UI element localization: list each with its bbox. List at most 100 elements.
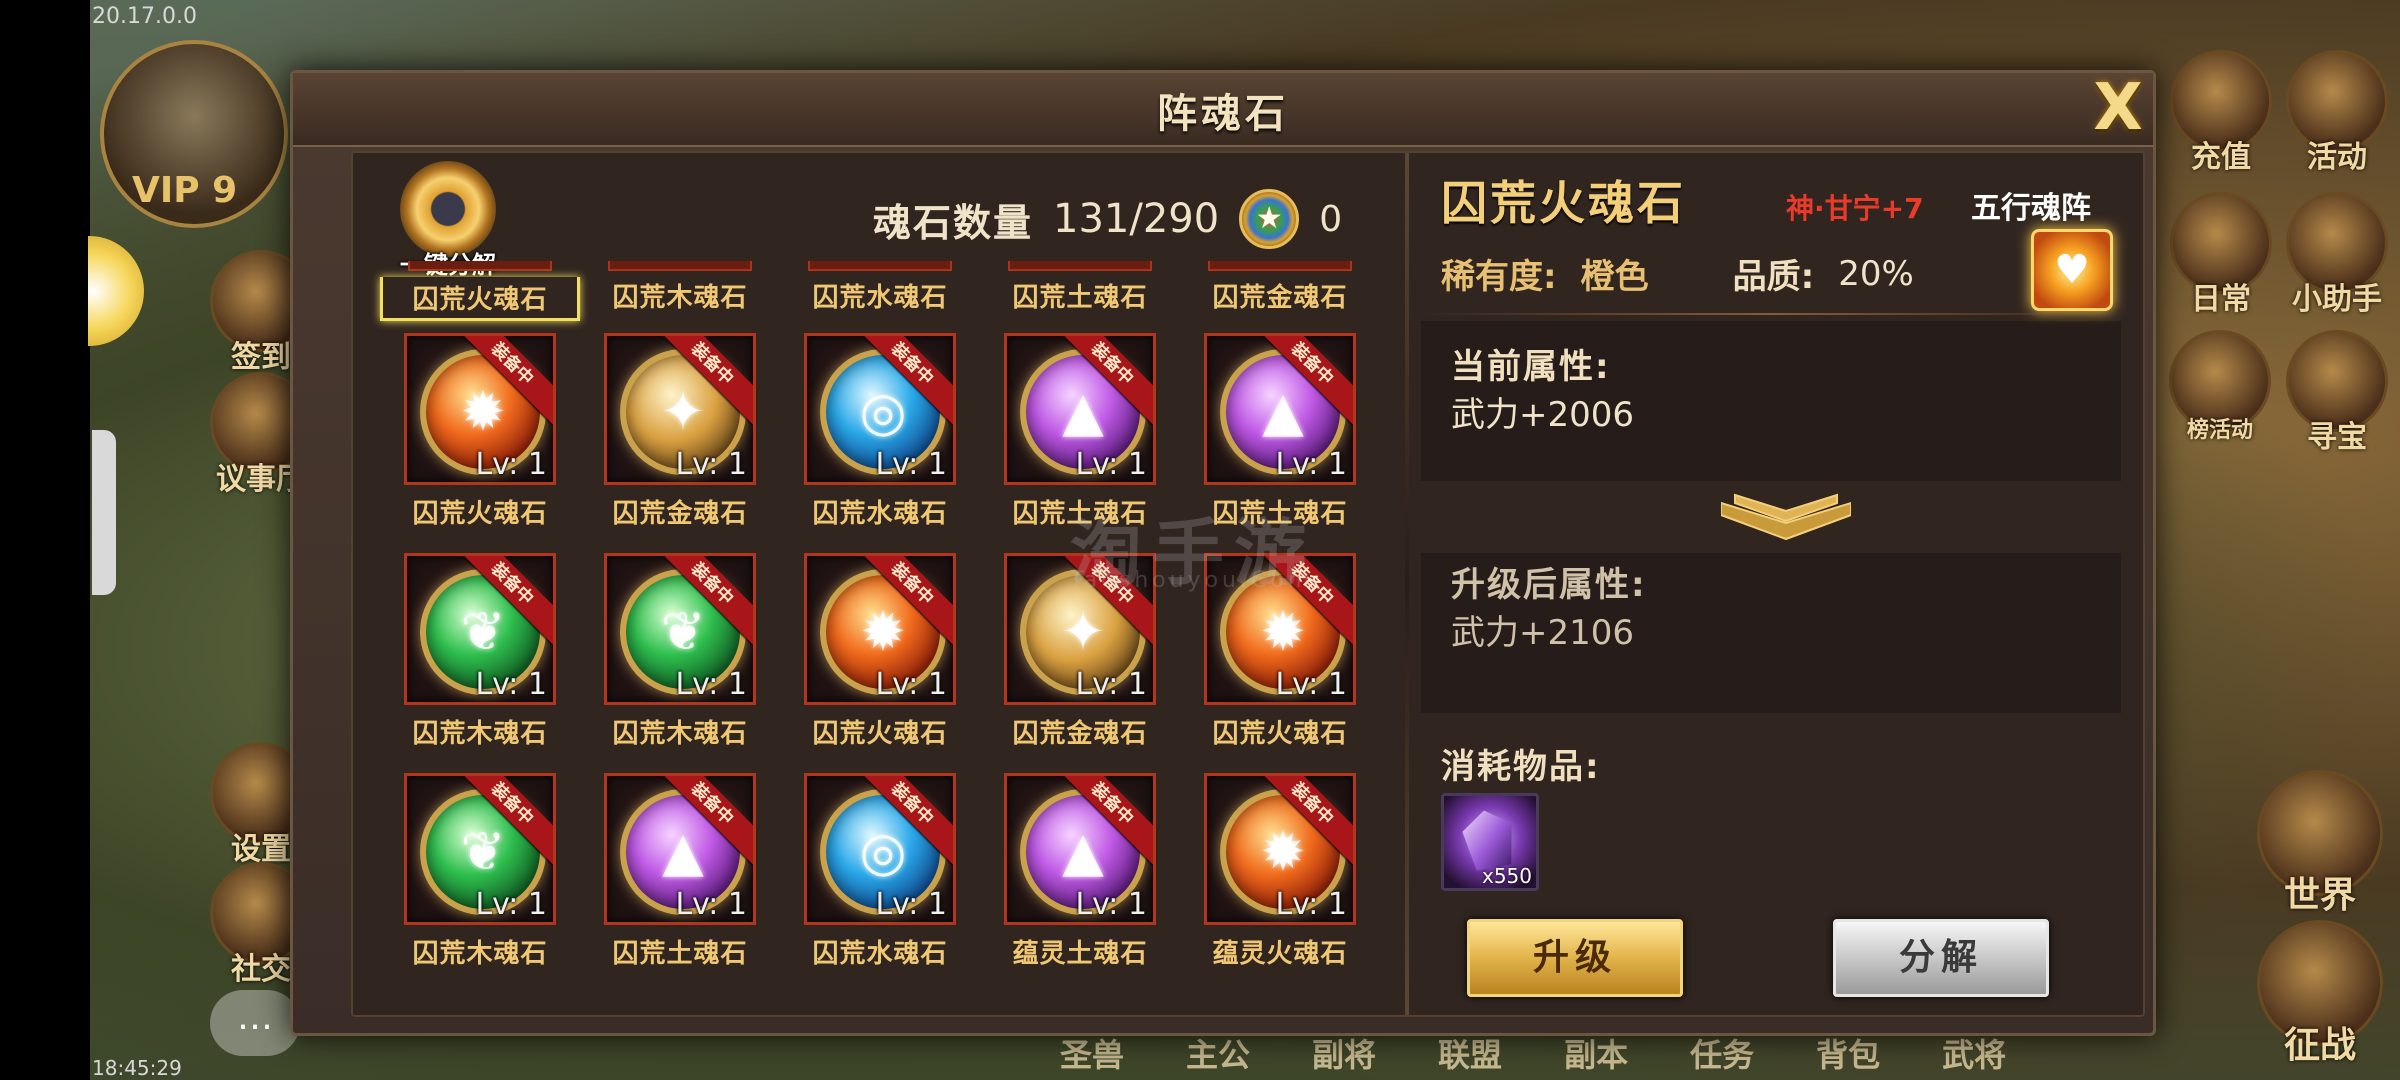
chat-icon[interactable]: … <box>210 990 300 1056</box>
close-icon[interactable]: X <box>2083 73 2153 143</box>
nav-alliance[interactable]: 联盟 <box>1438 1030 1502 1076</box>
stone-name: 蕴灵火魂石 <box>1212 939 1348 969</box>
nav-bag[interactable]: 背包 <box>1816 1030 1880 1076</box>
stone-detail-panel: 囚荒火魂石 神·甘宁+7 五行魂阵 稀有度: 橙色 品质: 20% ♥ 当前属性… <box>1411 153 2141 1015</box>
rarity-value: 橙色 <box>1580 257 1649 297</box>
purple-crystal-icon <box>1459 806 1518 872</box>
stone-name: 囚荒土魂石 <box>1012 283 1148 313</box>
stone-level: Lv: 1 <box>675 887 747 922</box>
stone-frame-edge <box>808 261 952 271</box>
stone-count: 魂石数量 131/290 ★ 0 <box>873 189 1342 249</box>
side-drawer-handle[interactable] <box>92 430 116 595</box>
dialog-title: 阵魂石 <box>1157 91 1289 137</box>
stone-name: 囚荒火魂石 <box>1212 719 1348 749</box>
stone-cell[interactable]: ◎ 装备中 Lv: 1 囚荒水魂石 <box>780 333 980 553</box>
nav-dungeon[interactable]: 副本 <box>1564 1030 1628 1076</box>
stone-frame-edge <box>1208 261 1352 271</box>
stone-cell[interactable]: ▲ 装备中 Lv: 1 囚荒土魂石 <box>580 773 780 993</box>
bottom-nav: 圣兽 主公 副将 联盟 副本 任务 背包 武将 <box>1060 1030 2006 1076</box>
rank-event-button[interactable]: 榜活动 <box>2150 330 2290 444</box>
stone-cell[interactable]: ▲ 装备中 Lv: 1 蕴灵土魂石 <box>980 773 1180 993</box>
event-button[interactable]: 活动 <box>2282 50 2392 176</box>
nav-lord[interactable]: 主公 <box>1186 1030 1250 1076</box>
next-attr-value: 武力+2106 <box>1451 613 1635 653</box>
stone-cell-partial[interactable]: 囚荒火魂石 <box>380 261 580 321</box>
stone-frame: ✹ 装备中 Lv: 1 <box>804 553 956 705</box>
stone-name: 囚荒木魂石 <box>412 719 548 749</box>
stone-cell-partial[interactable]: 囚荒金魂石 <box>1180 261 1380 314</box>
stone-level: Lv: 1 <box>1075 667 1147 702</box>
stone-frame: ▲ 装备中 Lv: 1 <box>1004 333 1156 485</box>
current-attr-value: 武力+2006 <box>1451 395 1635 435</box>
world-button[interactable]: 世界 <box>2250 770 2390 918</box>
stone-frame: ✹ 装备中 Lv: 1 <box>1204 773 1356 925</box>
treasure-button[interactable]: 寻宝 <box>2282 330 2392 456</box>
stone-cell-partial[interactable]: 囚荒水魂石 <box>780 261 980 314</box>
vip-badge: VIP 9 <box>132 170 238 211</box>
current-attr-label: 当前属性: <box>1451 347 1611 387</box>
stone-cell[interactable]: ✹ 装备中 Lv: 1 囚荒火魂石 <box>380 333 580 553</box>
stone-name: 囚荒火魂石 <box>412 499 548 529</box>
stone-cell[interactable]: ❦ 装备中 Lv: 1 囚荒木魂石 <box>380 553 580 773</box>
campaign-button[interactable]: 征战 <box>2250 920 2390 1068</box>
coin-value: 0 <box>1319 198 1343 240</box>
stone-cell[interactable]: ❦ 装备中 Lv: 1 囚荒木魂石 <box>380 773 580 993</box>
stone-cell[interactable]: ✹ 装备中 Lv: 1 蕴灵火魂石 <box>1180 773 1380 993</box>
stone-cell[interactable]: ✦ 装备中 Lv: 1 囚荒金魂石 <box>580 333 780 553</box>
stone-level: Lv: 1 <box>1075 887 1147 922</box>
shield-icon[interactable]: ♥ <box>2031 229 2113 311</box>
stone-level: Lv: 1 <box>475 667 547 702</box>
star-coin-icon: ★ <box>1239 189 1300 249</box>
divider-line <box>1421 313 2121 315</box>
clock-text: 18:45:29 <box>92 1056 182 1080</box>
watermark-subtext: Taoshouyou.Com <box>1070 568 1314 593</box>
stone-count-label: 魂石数量 <box>873 200 1034 245</box>
version-text: 20.17.0.0 <box>92 4 197 29</box>
stone-level: Lv: 1 <box>1075 447 1147 482</box>
stone-grid[interactable]: 囚荒火魂石 囚荒木魂石 囚荒水魂石 囚荒土魂石 囚荒金魂石 ✹ 装备中 Lv: 1 囚荒火魂石… <box>353 261 1403 1001</box>
nav-quest[interactable]: 任务 <box>1690 1030 1754 1076</box>
nav-generals[interactable]: 武将 <box>1942 1030 2006 1076</box>
stone-frame-edge <box>608 261 752 271</box>
stone-frame: ▲ 装备中 Lv: 1 <box>1204 333 1356 485</box>
stone-level: Lv: 1 <box>1275 887 1347 922</box>
stone-name: 囚荒水魂石 <box>812 499 948 529</box>
stone-name: 囚荒水魂石 <box>812 939 948 969</box>
stone-cell-partial[interactable]: 囚荒土魂石 <box>980 261 1180 314</box>
stone-cell[interactable]: ◎ 装备中 Lv: 1 囚荒水魂石 <box>780 773 980 993</box>
world-label: 世界 <box>2283 875 2356 916</box>
stone-name: 囚荒水魂石 <box>812 283 948 313</box>
panel-divider <box>1405 153 1409 1015</box>
partial-row: 囚荒火魂石 囚荒木魂石 囚荒水魂石 囚荒土魂石 囚荒金魂石 <box>353 261 1403 321</box>
treasure-label: 寻宝 <box>2307 420 2367 455</box>
equipped-hero-tag: 神·甘宁+7 <box>1786 192 1924 225</box>
rarity-row: 稀有度: 橙色 品质: 20% <box>1441 249 1914 298</box>
decompose-button[interactable]: 分解 <box>1833 919 2049 997</box>
stone-level: Lv: 1 <box>1275 667 1347 702</box>
stone-name: 囚荒木魂石 <box>612 283 748 313</box>
stone-name: 囚荒木魂石 <box>612 719 748 749</box>
recharge-button[interactable]: 充值 <box>2166 50 2276 176</box>
stone-frame: ◎ 装备中 Lv: 1 <box>804 333 956 485</box>
stone-frame: ✹ 装备中 Lv: 1 <box>404 333 556 485</box>
stone-cell[interactable]: ✹ 装备中 Lv: 1 囚荒火魂石 <box>780 553 980 773</box>
quality-label: 品质: <box>1732 257 1815 297</box>
upgrade-button[interactable]: 升级 <box>1467 919 1683 997</box>
stone-level: Lv: 1 <box>1275 447 1347 482</box>
cost-item-slot[interactable]: x550 <box>1441 793 1539 891</box>
assistant-button[interactable]: 小助手 <box>2282 192 2392 318</box>
stone-cell-partial[interactable]: 囚荒木魂石 <box>580 261 780 314</box>
nav-beast[interactable]: 圣兽 <box>1060 1030 1124 1076</box>
campaign-label: 征战 <box>2283 1025 2356 1066</box>
stone-frame: ❦ 装备中 Lv: 1 <box>404 553 556 705</box>
dialog-title-bar: 阵魂石 X <box>293 73 2153 147</box>
stone-frame-edge <box>408 261 552 271</box>
stone-frame: ▲ 装备中 Lv: 1 <box>604 773 756 925</box>
recharge-label: 充值 <box>2191 140 2251 175</box>
daily-button[interactable]: 日常 <box>2166 192 2276 318</box>
stone-cell[interactable]: ❦ 装备中 Lv: 1 囚荒木魂石 <box>580 553 780 773</box>
gear-icon <box>400 161 496 257</box>
nav-deputy[interactable]: 副将 <box>1312 1030 1376 1076</box>
cost-label: 消耗物品: <box>1441 747 1601 787</box>
stone-level: Lv: 1 <box>475 887 547 922</box>
